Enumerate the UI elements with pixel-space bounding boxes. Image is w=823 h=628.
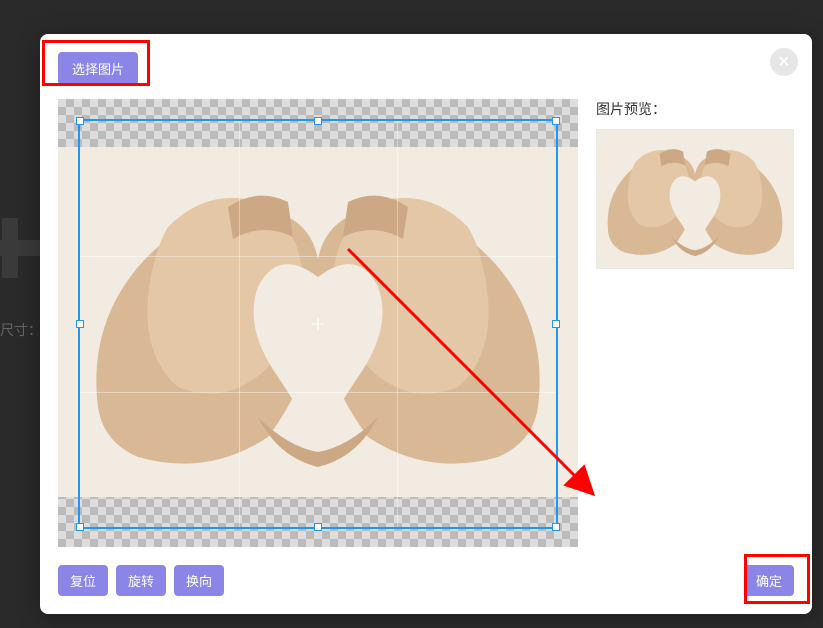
modal-footer: 复位 旋转 换向 确定 bbox=[58, 565, 794, 596]
preview-panel: 图片预览： bbox=[596, 99, 794, 547]
flip-button[interactable]: 换向 bbox=[174, 565, 224, 596]
preview-label: 图片预览： bbox=[596, 99, 794, 119]
image-crop-modal: 选择图片 ✕ bbox=[40, 34, 812, 614]
crop-handle-top-right[interactable] bbox=[552, 117, 560, 125]
confirm-button[interactable]: 确定 bbox=[744, 565, 794, 596]
close-button[interactable]: ✕ bbox=[770, 48, 798, 76]
crop-handle-bottom-right[interactable] bbox=[552, 523, 560, 531]
crop-canvas[interactable] bbox=[58, 99, 578, 547]
reset-button[interactable]: 复位 bbox=[58, 565, 108, 596]
crop-handle-bottom-middle[interactable] bbox=[314, 523, 322, 531]
crop-handle-bottom-left[interactable] bbox=[76, 523, 84, 531]
rotate-button[interactable]: 旋转 bbox=[116, 565, 166, 596]
crop-handle-top-middle[interactable] bbox=[314, 117, 322, 125]
close-icon: ✕ bbox=[777, 52, 790, 72]
hands-heart-image-small bbox=[597, 130, 793, 268]
modal-header: 选择图片 ✕ bbox=[58, 52, 794, 85]
preview-thumbnail bbox=[596, 129, 794, 269]
footer-actions-left: 复位 旋转 换向 bbox=[58, 565, 224, 596]
hands-heart-image bbox=[58, 147, 578, 497]
crop-handle-top-left[interactable] bbox=[76, 117, 84, 125]
modal-body: 图片预览： bbox=[58, 99, 794, 547]
background-size-hint: 尺寸： bbox=[0, 320, 42, 340]
select-image-button[interactable]: 选择图片 bbox=[58, 52, 138, 85]
source-image bbox=[58, 147, 578, 497]
